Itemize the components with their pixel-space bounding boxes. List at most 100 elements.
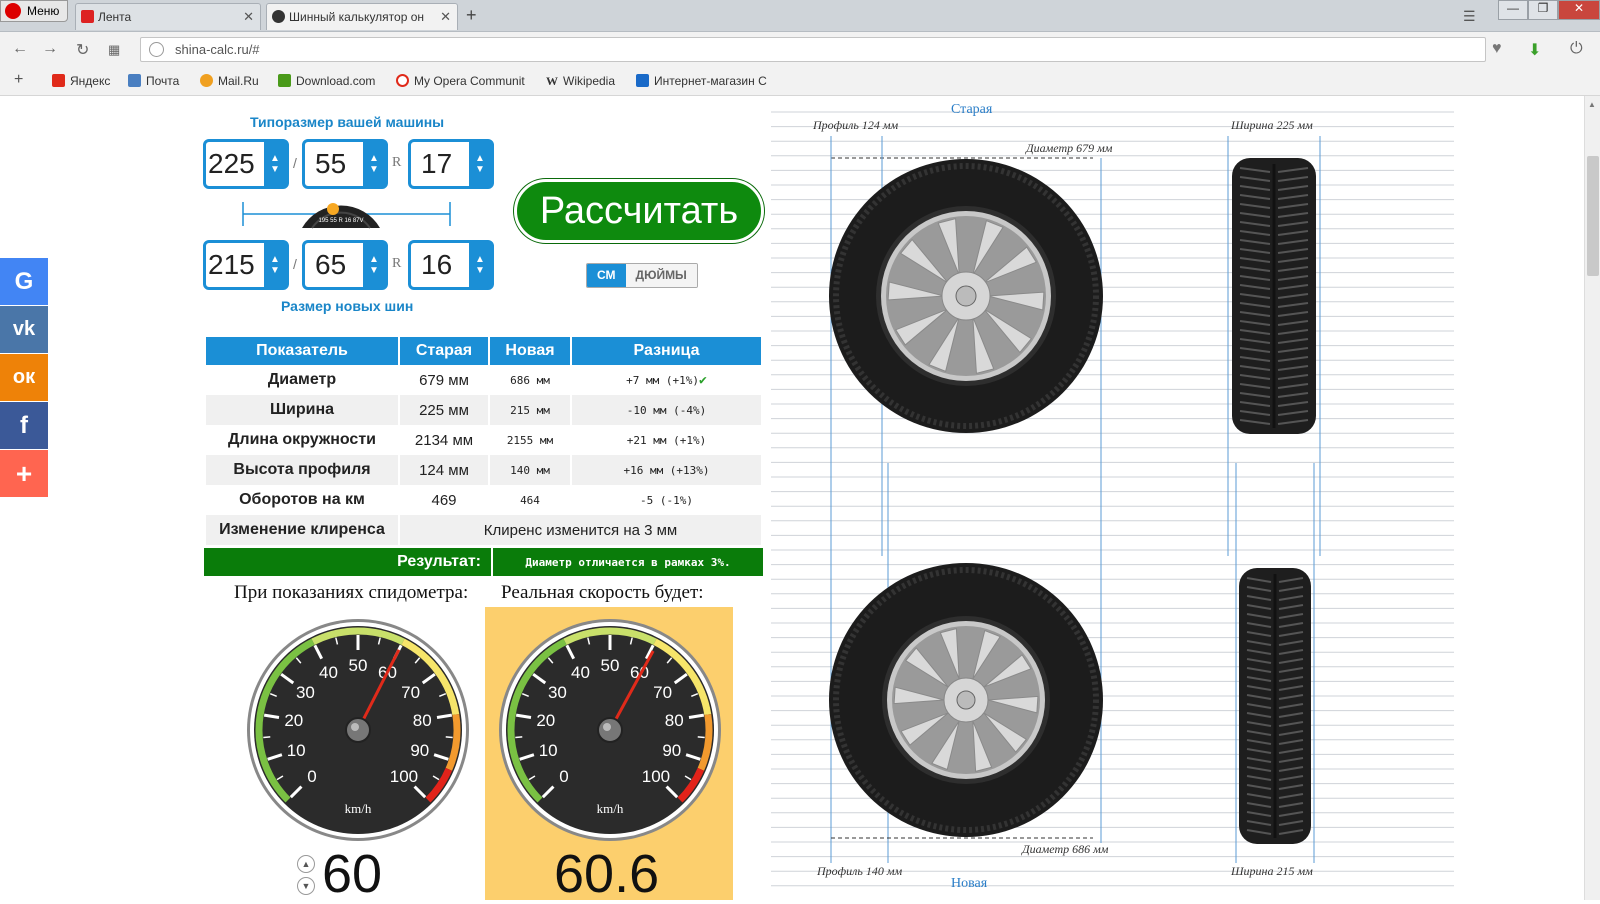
- tab-label: Шинный калькулятор он: [289, 10, 425, 24]
- header-new: Новая: [490, 337, 570, 365]
- row-new: 686 мм: [490, 365, 570, 395]
- speedometer-right-title: Реальная скорость будет:: [501, 582, 704, 603]
- tab-list-icon[interactable]: ☰: [1463, 8, 1476, 25]
- real-speed-value: 60.6: [554, 844, 660, 904]
- close-tab-icon[interactable]: ✕: [440, 9, 451, 25]
- share-vk-button[interactable]: vk: [0, 306, 48, 353]
- table-header-row: Показатель Старая Новая Разница: [206, 337, 761, 365]
- row-old: 2134 мм: [400, 425, 488, 455]
- bookmark-label: Wikipedia: [563, 74, 616, 88]
- unit-inch-button[interactable]: ДЮЙМЫ: [625, 264, 697, 287]
- reload-icon[interactable]: ↻: [76, 40, 89, 60]
- new-width-label: Ширина 215 мм: [1231, 864, 1313, 878]
- row-old: 225 мм: [400, 395, 488, 425]
- new-diameter-select[interactable]: 16 ▲ ▼: [408, 240, 494, 290]
- r-separator: R: [392, 155, 402, 170]
- bookmark-label: My Opera Communit: [414, 74, 525, 88]
- spin-arrows-icon: ▲ ▼: [363, 142, 385, 186]
- add-bookmark-icon[interactable]: +: [14, 71, 23, 89]
- tab-tire-calculator[interactable]: Шинный калькулятор он ✕: [266, 3, 458, 30]
- bookmark-download[interactable]: Download.com: [278, 74, 375, 88]
- speed-dial-icon[interactable]: ▦: [108, 42, 120, 58]
- gauge-tick-label: 30: [296, 683, 315, 702]
- restore-button[interactable]: ❐: [1528, 0, 1558, 20]
- old-size-title: Типоразмер вашей машины: [250, 114, 445, 130]
- decrease-icon[interactable]: ▼: [297, 877, 315, 895]
- row-old: 469: [400, 485, 488, 515]
- yandex-icon: [52, 74, 65, 87]
- forward-icon[interactable]: →: [42, 40, 58, 58]
- table-row: Диаметр 679 мм 686 мм +7 мм (+1%)✔: [206, 365, 761, 395]
- speedometer-real-gauge: 010203040 50 60708090100km/h: [499, 619, 721, 841]
- speedometer-input-gauge: 0102030405060708090100km/h: [247, 619, 469, 841]
- close-window-button[interactable]: ✕: [1558, 0, 1600, 20]
- new-profile-select[interactable]: 65 ▲ ▼: [302, 240, 388, 290]
- old-diameter-select[interactable]: 17 ▲ ▼: [408, 139, 494, 189]
- site-info-icon[interactable]: [149, 42, 164, 57]
- speed-input-value[interactable]: 60: [322, 847, 382, 901]
- old-width-select[interactable]: 225 ▲ ▼: [203, 139, 289, 189]
- shop-icon: [636, 74, 649, 87]
- gauge-tick-label: 70: [653, 683, 672, 702]
- gauge-tick-label: 10: [287, 741, 306, 760]
- row-new: 140 мм: [490, 455, 570, 485]
- gauge-tick-label: 80: [665, 711, 684, 730]
- tab-feed[interactable]: Лента ✕: [75, 3, 261, 30]
- new-tab-button[interactable]: +: [466, 5, 477, 26]
- page-scrollbar[interactable]: ▲: [1584, 96, 1600, 900]
- download-com-icon: [278, 74, 291, 87]
- bookmark-heart-icon[interactable]: ♥: [1492, 40, 1502, 58]
- old-profile-select[interactable]: 55 ▲ ▼: [302, 139, 388, 189]
- r-separator: R: [392, 256, 402, 271]
- gauge-tick-label: 100: [642, 767, 670, 786]
- new-width-select[interactable]: 215 ▲ ▼: [203, 240, 289, 290]
- opera-logo-icon: [5, 3, 21, 19]
- gauge-tick: [697, 736, 705, 739]
- unit-cm-button[interactable]: СМ: [587, 264, 626, 287]
- bookmark-wikipedia[interactable]: W Wikipedia: [546, 74, 615, 89]
- spin-arrows-icon: ▲ ▼: [363, 243, 385, 287]
- row-name: Высота профиля: [206, 455, 398, 485]
- share-facebook-button[interactable]: f: [0, 402, 48, 449]
- increase-icon[interactable]: ▲: [297, 855, 315, 873]
- address-bar[interactable]: shina-calc.ru/#: [140, 37, 1486, 62]
- opera-menu-button[interactable]: Меню: [0, 0, 68, 22]
- share-google-button[interactable]: G: [0, 258, 48, 305]
- units-toggle: СМ ДЮЙМЫ: [586, 263, 698, 288]
- minimize-button[interactable]: —: [1498, 0, 1528, 20]
- row-diff: -5 (-1%): [572, 485, 761, 515]
- back-icon[interactable]: ←: [12, 40, 28, 58]
- speed-stepper[interactable]: ▲ ▼: [297, 855, 319, 900]
- scroll-up-icon[interactable]: ▲: [1588, 100, 1596, 109]
- gauge-tick-label: 100: [390, 767, 418, 786]
- bookmark-yandex[interactable]: Яндекс: [52, 74, 110, 88]
- bookmark-shop[interactable]: Интернет-магазин С: [636, 74, 767, 88]
- row-name: Изменение клиренса: [206, 515, 398, 545]
- slash-separator: /: [293, 155, 297, 171]
- gauge-tick-label: 70: [401, 683, 420, 702]
- gauge-tick-label: 20: [284, 711, 303, 730]
- share-ok-button[interactable]: ок: [0, 354, 48, 401]
- bookmark-mailru[interactable]: Mail.Ru: [200, 74, 259, 88]
- download-icon[interactable]: ⬇: [1528, 40, 1541, 60]
- header-old: Старая: [400, 337, 488, 365]
- feed-icon: [81, 10, 94, 23]
- calculate-button[interactable]: Рассчитать: [514, 179, 764, 243]
- bookmark-pochta[interactable]: Почта: [128, 74, 179, 88]
- power-icon[interactable]: ⏻: [1570, 40, 1583, 58]
- row-new: 464: [490, 485, 570, 515]
- tire-comparison-diagram: Старая Профиль 124 мм Ширина 225 мм Диам…: [771, 96, 1454, 900]
- bookmark-label: Download.com: [296, 74, 376, 88]
- result-value: Диаметр отличается в рамках 3%.: [493, 548, 763, 576]
- bookmarks-bar: + Яндекс Почта Mail.Ru Download.com My O…: [0, 66, 1600, 96]
- row-new: 2155 мм: [490, 425, 570, 455]
- row-diff: +7 мм (+1%)✔: [572, 365, 761, 395]
- row-new: 215 мм: [490, 395, 570, 425]
- close-tab-icon[interactable]: ✕: [243, 9, 254, 25]
- scrollbar-thumb[interactable]: [1587, 156, 1599, 276]
- share-more-button[interactable]: +: [0, 450, 48, 497]
- gauge-tick-label: 0: [559, 767, 568, 786]
- bookmark-opera-community[interactable]: My Opera Communit: [396, 74, 525, 88]
- select-value: 17: [421, 148, 453, 179]
- spin-arrows-icon: ▲ ▼: [469, 243, 491, 287]
